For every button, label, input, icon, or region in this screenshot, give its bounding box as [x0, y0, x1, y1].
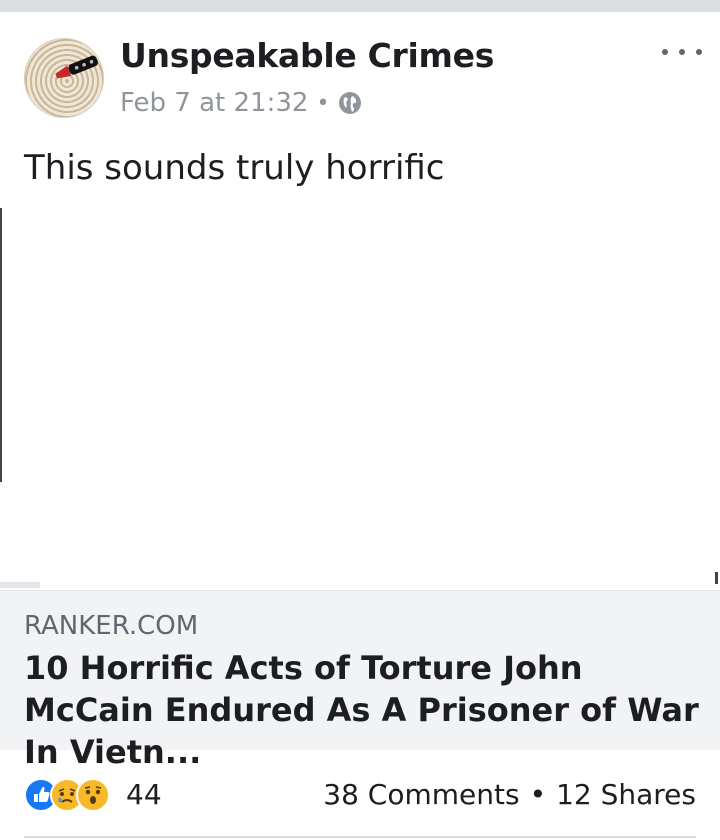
wow-icon: [76, 778, 110, 812]
link-title[interactable]: 10 Horrific Acts of Torture John McCain …: [24, 647, 704, 773]
image-edge: [0, 208, 2, 482]
meta-separator: •: [316, 90, 330, 116]
stats-separator: •: [529, 778, 547, 811]
avatar[interactable]: [24, 38, 104, 118]
engagement-stats: 38 Comments • 12 Shares: [323, 778, 696, 811]
feed-separator: [0, 0, 720, 12]
image-edge: [0, 582, 40, 588]
shares-count[interactable]: 12 Shares: [556, 778, 696, 811]
divider: [24, 836, 696, 838]
reaction-count[interactable]: 44: [126, 778, 162, 811]
link-domain: RANKER.COM: [24, 611, 199, 641]
reactions-bar: 44 38 Comments • 12 Shares: [0, 770, 720, 820]
knife-icon: [55, 55, 98, 79]
image-edge: [715, 572, 718, 584]
post-card: Unspeakable Crimes Feb 7 at 21:32 • This…: [0, 12, 720, 840]
more-options-icon[interactable]: [662, 38, 702, 66]
comments-count[interactable]: 38 Comments: [323, 778, 519, 811]
post-timestamp[interactable]: Feb 7 at 21:32: [120, 88, 308, 118]
post-text: This sounds truly horrific: [24, 148, 445, 188]
link-preview[interactable]: RANKER.COM 10 Horrific Acts of Torture J…: [0, 590, 720, 771]
globe-icon: [339, 92, 362, 114]
reaction-icons[interactable]: [24, 778, 110, 812]
author-name[interactable]: Unspeakable Crimes: [120, 36, 494, 75]
link-image[interactable]: [0, 204, 720, 590]
post-meta: Feb 7 at 21:32 •: [120, 88, 363, 118]
